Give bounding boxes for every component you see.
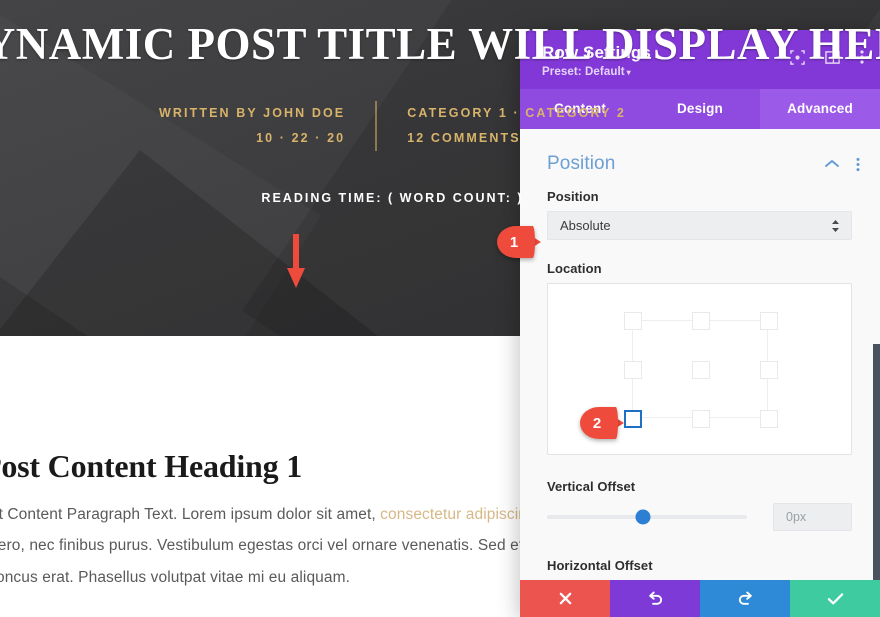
location-cell-top-left[interactable]	[623, 312, 642, 330]
post-comments: 12 COMMENTS	[407, 130, 521, 145]
post-meta: WRITTEN BY JOHN DOE 10 · 22 · 20 CATEGOR…	[0, 100, 880, 151]
vertical-offset-field: Vertical Offset 0px	[520, 471, 880, 531]
post-title: R DYNAMIC POST TITLE WILL DISPLAY HERE	[0, 19, 880, 69]
annotation-badge-1-number: 1	[509, 233, 519, 251]
reading-time-text: READING TIME: ( WORD COUNT: )	[261, 190, 524, 205]
vertical-offset-slider[interactable]	[547, 509, 747, 525]
screenshot-root: R DYNAMIC POST TITLE WILL DISPLAY HERE W…	[0, 0, 880, 617]
paragraph-part-1: ost Content Paragraph Text. Lorem ipsum …	[0, 506, 381, 523]
location-cell-top-center[interactable]	[691, 312, 710, 330]
panel-scrollbar[interactable]	[873, 344, 880, 580]
annotation-badge-2-number: 2	[592, 414, 602, 432]
location-cell-top-right[interactable]	[759, 312, 778, 330]
vertical-offset-label: Vertical Offset	[547, 479, 636, 494]
location-field-label: Location	[547, 261, 602, 276]
location-cell-bottom-right[interactable]	[759, 410, 778, 428]
annotation-arrow-icon	[287, 234, 305, 288]
post-date: 10 · 22 · 20	[256, 130, 346, 145]
position-select[interactable]: Absolute	[547, 211, 852, 240]
redo-button[interactable]	[700, 580, 790, 617]
horizontal-offset-label: Horizontal Offset	[547, 558, 653, 573]
check-icon	[827, 592, 843, 604]
location-cell-bottom-center[interactable]	[691, 410, 710, 428]
undo-button[interactable]	[610, 580, 700, 617]
post-author: WRITTEN BY JOHN DOE	[159, 105, 346, 120]
close-icon	[559, 592, 571, 605]
redo-icon	[738, 591, 752, 605]
annotation-badge-1: 1	[497, 226, 547, 258]
vertical-offset-input[interactable]: 0px	[773, 503, 852, 531]
location-grid	[623, 312, 778, 428]
location-cell-middle-right[interactable]	[759, 361, 778, 379]
vertical-offset-slider-handle[interactable]	[635, 509, 651, 525]
panel-footer	[520, 580, 880, 617]
location-cell-center[interactable]	[691, 361, 710, 379]
undo-icon	[648, 591, 662, 605]
location-field: Location	[520, 253, 880, 455]
post-categories: CATEGORY 1 · CATEGORY 2	[407, 105, 626, 120]
annotation-badge-2: 2	[580, 407, 630, 439]
position-select-value: Absolute	[560, 218, 611, 233]
discard-button[interactable]	[520, 580, 610, 617]
location-cell-middle-left[interactable]	[623, 361, 642, 379]
horizontal-offset-field: Horizontal Offset	[520, 550, 880, 573]
select-arrows-icon	[832, 219, 839, 232]
save-button[interactable]	[790, 580, 880, 617]
